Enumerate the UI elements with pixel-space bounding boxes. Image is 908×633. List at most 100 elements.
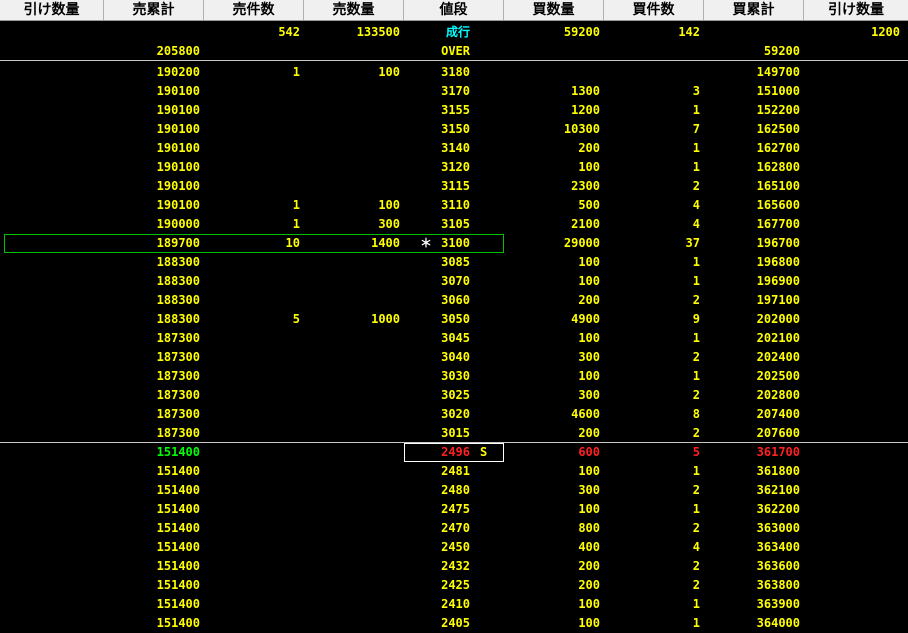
- price-cell: 3020: [441, 407, 470, 421]
- sell-qty-cell: 1000: [371, 312, 400, 326]
- sell-cases-cell: [204, 405, 300, 424]
- buy-qty-cell: 200: [578, 426, 600, 440]
- over-row[interactable]: 205800 OVER 59200: [0, 42, 908, 61]
- header-sell-close-qty[interactable]: 引け数量: [0, 0, 104, 20]
- sell-qty-cell: [304, 500, 400, 519]
- price-row[interactable]: 187300 3040 300 2 202400: [0, 348, 908, 367]
- sell-cases-cell: [204, 120, 300, 139]
- header-buy-cases[interactable]: 買件数: [604, 0, 704, 20]
- sell-cases-cell: [204, 253, 300, 272]
- buy-cases-cell: 1: [692, 616, 700, 630]
- sell-qty-cell: [304, 82, 400, 101]
- price-row[interactable]: 190100 3115 2300 2 165100: [0, 177, 908, 196]
- header-price[interactable]: 値段: [404, 0, 504, 20]
- market-buy-qty: 59200: [563, 25, 600, 39]
- buy-qty-cell: 4600: [571, 407, 600, 421]
- header-buy-cumulative[interactable]: 買累計: [704, 0, 804, 20]
- sell-cases-cell: [204, 348, 300, 367]
- price-row[interactable]: 190100 3150 10300 7 162500: [0, 120, 908, 139]
- price-row[interactable]: 190000 1 300 3105 2100 4 167700: [0, 215, 908, 234]
- sell-cases-cell: [204, 443, 300, 462]
- sell-qty-cell: [304, 519, 400, 538]
- price-cell: 3015: [441, 426, 470, 440]
- buy-qty-cell: [504, 63, 600, 82]
- price-cell: 3115: [441, 179, 470, 193]
- sell-qty-cell: [304, 291, 400, 310]
- market-buy-cases: 142: [678, 25, 700, 39]
- buy-qty-cell: 100: [578, 331, 600, 345]
- over-sell-cumulative: 205800: [156, 44, 200, 58]
- buy-cumulative-cell: 202400: [756, 350, 800, 364]
- header-sell-qty[interactable]: 売数量: [304, 0, 404, 20]
- price-row[interactable]: 190200 1 100 3180 149700: [0, 63, 908, 82]
- header-sell-cases[interactable]: 売件数: [204, 0, 304, 20]
- price-row[interactable]: 190100 3170 1300 3 151000: [0, 82, 908, 101]
- price-row[interactable]: 187300 3025 300 2 202800: [0, 386, 908, 405]
- market-buy-close-qty: 1200: [871, 25, 900, 39]
- price-row[interactable]: 151400 2410 100 1 363900: [0, 595, 908, 614]
- sell-cases-cell: [204, 272, 300, 291]
- sell-qty-cell: [304, 595, 400, 614]
- sell-cases-cell: [204, 82, 300, 101]
- price-cell: 3025: [441, 388, 470, 402]
- price-row[interactable]: 187300 3015 200 2 207600: [0, 424, 908, 443]
- sell-cases-cell: [204, 538, 300, 557]
- price-row[interactable]: 190100 3140 200 1 162700: [0, 139, 908, 158]
- sell-cases-cell: 1: [292, 217, 300, 231]
- header-buy-close-qty[interactable]: 引け数量: [804, 0, 908, 20]
- sell-cumulative-cell: 190100: [156, 141, 200, 155]
- price-row[interactable]: 151400 2480 300 2 362100: [0, 481, 908, 500]
- buy-cases-cell: 1: [692, 274, 700, 288]
- header-sell-cumulative[interactable]: 売累計: [104, 0, 204, 20]
- price-row[interactable]: 190100 1 100 3110 500 4 165600: [0, 196, 908, 215]
- price-row[interactable]: 151400 2470 800 2 363000: [0, 519, 908, 538]
- market-order-row[interactable]: 542 133500 成行 59200 142 1200: [0, 23, 908, 42]
- price-cell: 2450: [441, 540, 470, 554]
- price-row[interactable]: 187300 3045 100 1 202100: [0, 329, 908, 348]
- sell-cases-cell: [204, 595, 300, 614]
- buy-cumulative-cell: 362200: [756, 502, 800, 516]
- sell-cases-cell: [204, 500, 300, 519]
- price-row[interactable]: 151400 2450 400 4 363400: [0, 538, 908, 557]
- price-row[interactable]: 151400 2481 100 1 361800: [0, 462, 908, 481]
- buy-cases-cell: 7: [692, 122, 700, 136]
- header-buy-qty[interactable]: 買数量: [504, 0, 604, 20]
- price-cell: 3085: [441, 255, 470, 269]
- sell-cumulative-cell: 151400: [156, 483, 200, 497]
- sell-qty-cell: [304, 329, 400, 348]
- buy-cases-cell: 2: [692, 578, 700, 592]
- price-row[interactable]: 151400 2405 100 1 364000: [0, 614, 908, 633]
- price-row[interactable]: 187300 3030 100 1 202500: [0, 367, 908, 386]
- over-separator: [0, 60, 908, 61]
- price-row[interactable]: 188300 3060 200 2 197100: [0, 291, 908, 310]
- price-row[interactable]: 151400 2425 200 2 363800: [0, 576, 908, 595]
- buy-qty-cell: 2100: [571, 217, 600, 231]
- price-row[interactable]: 151400 2432 200 2 363600: [0, 557, 908, 576]
- buy-cases-cell: 1: [692, 331, 700, 345]
- price-cell: 2470: [441, 521, 470, 535]
- price-row[interactable]: 188300 3085 100 1 196800: [0, 253, 908, 272]
- sell-cumulative-cell: 190100: [156, 84, 200, 98]
- buy-qty-cell: 800: [578, 521, 600, 535]
- sell-qty-cell: [304, 424, 400, 443]
- buy-qty-cell: 100: [578, 464, 600, 478]
- buy-cumulative-cell: 207400: [756, 407, 800, 421]
- buy-qty-cell: 200: [578, 293, 600, 307]
- sell-cases-cell: [204, 291, 300, 310]
- sell-cumulative-cell: 190000: [156, 217, 200, 231]
- buy-qty-cell: 500: [578, 198, 600, 212]
- sell-cumulative-cell: 151400: [156, 502, 200, 516]
- price-row[interactable]: 190100 3155 1200 1 152200: [0, 101, 908, 120]
- sell-cumulative-cell: 188300: [156, 274, 200, 288]
- price-row[interactable]: 190100 3120 100 1 162800: [0, 158, 908, 177]
- price-row[interactable]: 187300 3020 4600 8 207400: [0, 405, 908, 424]
- price-cell: 2410: [441, 597, 470, 611]
- sell-cumulative-cell: 151400: [156, 445, 200, 459]
- sell-cumulative-cell: 187300: [156, 426, 200, 440]
- price-row[interactable]: 151400 2475 100 1 362200: [0, 500, 908, 519]
- price-row[interactable]: 188300 3070 100 1 196900: [0, 272, 908, 291]
- price-row[interactable]: 188300 5 1000 3050 4900 9 202000: [0, 310, 908, 329]
- buy-cumulative-cell: 363000: [756, 521, 800, 535]
- price-cell: 3105: [441, 217, 470, 231]
- price-cell: 3060: [441, 293, 470, 307]
